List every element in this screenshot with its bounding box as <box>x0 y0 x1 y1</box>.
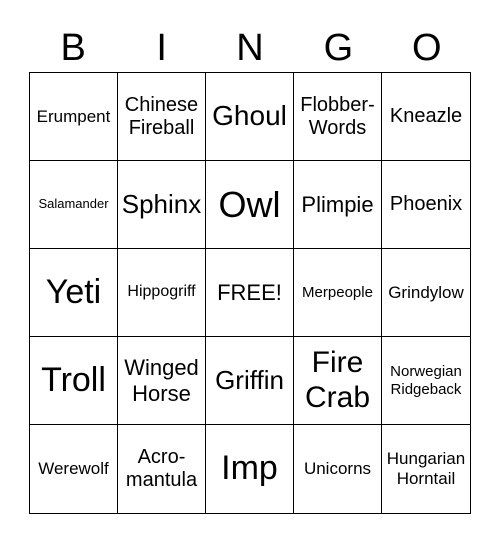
header-letter-i: I <box>156 27 167 69</box>
bingo-cell[interactable]: Norwegian Ridgeback <box>382 337 470 425</box>
bingo-cell[interactable]: Hippogriff <box>118 249 206 337</box>
bingo-cell[interactable]: Acro-mantula <box>118 425 206 513</box>
bingo-header: B I N G O <box>29 26 471 70</box>
bingo-cell[interactable]: Yeti <box>30 249 118 337</box>
bingo-cell[interactable]: Grindylow <box>382 249 470 337</box>
bingo-cell[interactable]: Imp <box>206 425 294 513</box>
bingo-cell-free[interactable]: FREE! <box>206 249 294 337</box>
bingo-cell[interactable]: Sphinx <box>118 161 206 249</box>
bingo-cell[interactable]: Ghoul <box>206 73 294 161</box>
header-letter-n: N <box>236 27 264 69</box>
bingo-cell[interactable]: Flobber-Words <box>294 73 382 161</box>
header-letter-g: G <box>323 27 354 69</box>
bingo-cell[interactable]: Hungarian Horntail <box>382 425 470 513</box>
header-letter-o: O <box>412 27 442 69</box>
bingo-cell[interactable]: Merpeople <box>294 249 382 337</box>
bingo-cell[interactable]: Griffin <box>206 337 294 425</box>
bingo-grid: Erumpent Chinese Fireball Ghoul Flobber-… <box>29 72 471 514</box>
bingo-cell[interactable]: Phoenix <box>382 161 470 249</box>
bingo-cell[interactable]: Erumpent <box>30 73 118 161</box>
bingo-cell[interactable]: Werewolf <box>30 425 118 513</box>
bingo-cell[interactable]: Plimpie <box>294 161 382 249</box>
bingo-cell[interactable]: Owl <box>206 161 294 249</box>
bingo-cell[interactable]: Salamander <box>30 161 118 249</box>
bingo-cell[interactable]: Chinese Fireball <box>118 73 206 161</box>
bingo-cell[interactable]: Troll <box>30 337 118 425</box>
bingo-cell[interactable]: Fire Crab <box>294 337 382 425</box>
bingo-cell[interactable]: Winged Horse <box>118 337 206 425</box>
bingo-cell[interactable]: Kneazle <box>382 73 470 161</box>
header-letter-b: B <box>60 27 86 69</box>
bingo-cell[interactable]: Unicorns <box>294 425 382 513</box>
